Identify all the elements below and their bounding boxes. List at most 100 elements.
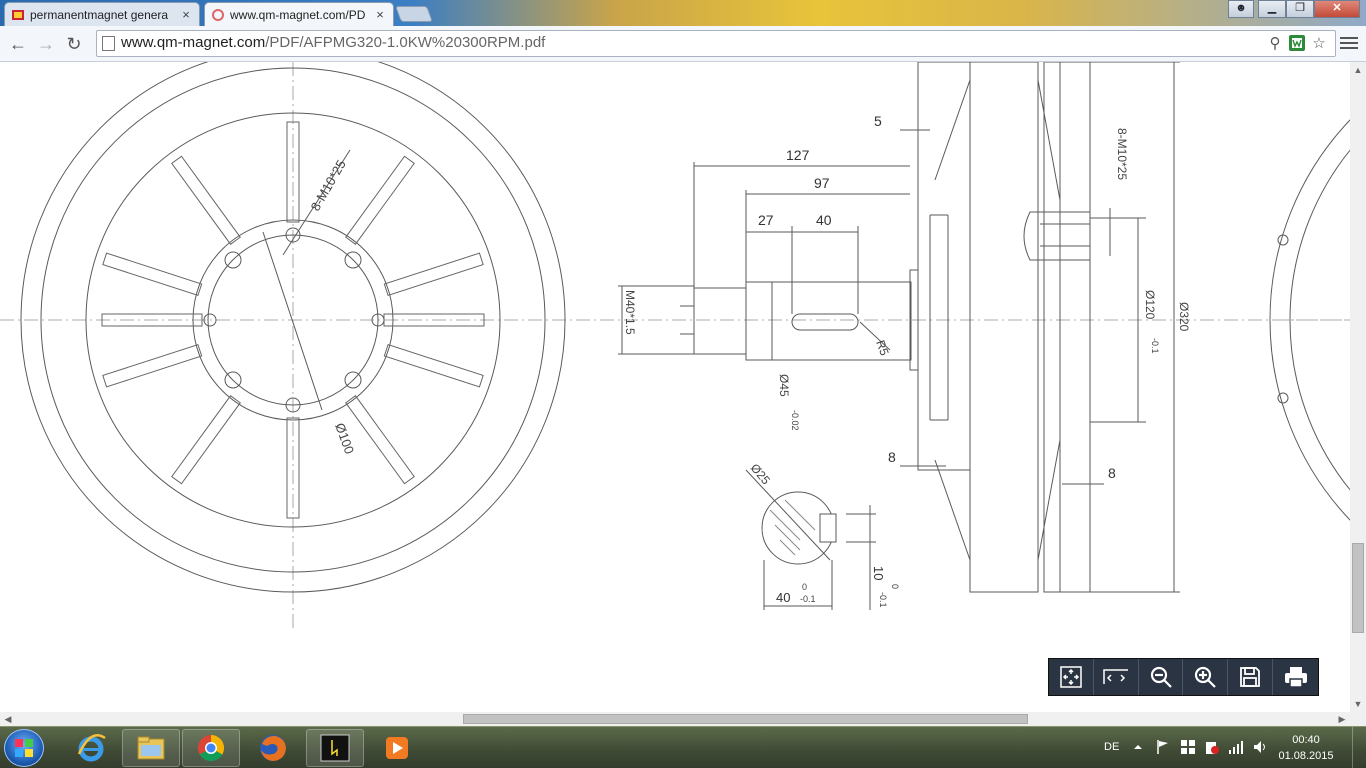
dim-10-tol-upper: 0 [890,584,900,589]
fit-width-button[interactable] [1094,659,1139,695]
back-button[interactable]: ← [6,32,30,56]
url-host: www.qm-magnet.com [121,34,266,51]
favicon-icon [12,9,24,20]
save-icon [1240,667,1261,687]
network-signal-icon[interactable] [1228,739,1244,755]
side-view: M40*1.5 127 97 27 40 5 R5 Ø45 -0.02 8-M1… [600,62,1350,593]
pdf-toolbar [1048,658,1319,696]
tab-permanentmagnet[interactable]: permanentmagnet genera × [4,2,200,26]
scroll-up-icon[interactable]: ▲ [1350,62,1366,78]
section-view: Ø25 40 0 -0.1 10 0 -0.1 [745,461,900,610]
minimize-button[interactable]: ▁ [1258,0,1286,18]
action-center-flag-icon[interactable] [1156,739,1170,755]
firefox-taskbar-button[interactable] [244,729,302,767]
zoom-in-icon [1195,666,1217,688]
dim-d120: Ø120 [1143,290,1157,320]
maximize-button[interactable]: ❐ [1286,0,1314,18]
scroll-left-icon[interactable]: ◀ [0,712,16,726]
show-desktop-button[interactable] [1352,727,1366,768]
chrome-taskbar-button[interactable] [182,729,240,767]
title-bar: permanentmagnet genera × www.qm-magnet.c… [0,0,1366,26]
scroll-right-icon[interactable]: ▶ [1334,712,1350,726]
close-tab-icon[interactable]: × [373,7,387,22]
explorer-taskbar-button[interactable] [122,729,180,767]
page-icon [102,36,115,51]
save-button[interactable] [1228,659,1274,695]
horizontal-scroll-thumb[interactable] [463,714,1028,724]
print-button[interactable] [1273,659,1318,695]
favicon-icon [212,8,224,21]
browser-toolbar: ← → ↻ www.qm-magnet.com/PDF/AFPMG320-1.0… [0,26,1366,62]
dim-d100: Ø100 [332,421,357,456]
new-tab-button[interactable] [395,6,433,22]
forward-button[interactable]: → [34,32,58,56]
dim-m10-right: 8-M10*25 [1115,128,1129,180]
windows-logo-icon [15,739,33,757]
vertical-scrollbar[interactable]: ▲ ▼ [1350,62,1366,712]
zoom-in-button[interactable] [1183,659,1229,695]
terminal-app-icon [320,734,350,762]
start-button[interactable] [4,729,44,767]
scroll-down-icon[interactable]: ▼ [1350,696,1366,712]
fit-width-icon [1102,669,1128,684]
dim-8-left: 8 [888,449,896,465]
dim-d320: Ø320 [1177,302,1191,332]
horizontal-scrollbar[interactable]: ◀ ▶ [0,712,1366,726]
dim-40: 40 [816,212,832,228]
dim-27: 27 [758,212,774,228]
clock[interactable]: 00:40 01.08.2015 [1276,732,1336,764]
file-explorer-icon [137,736,165,760]
pdf-viewer: 8-M10*25 Ø100 M40*1.5 127 97 27 40 5 R5 … [0,62,1350,712]
dim-40-section-tol-upper: 0 [802,582,807,592]
battery-warning-icon[interactable] [1204,739,1220,755]
dim-d45-tol: -0.02 [790,410,800,431]
close-tab-icon[interactable]: × [179,7,193,22]
tab-title: www.qm-magnet.com/PD [230,7,366,22]
dim-40-section-tol: -0.1 [800,594,816,604]
dim-5: 5 [874,113,882,129]
close-window-button[interactable]: ✕ [1314,0,1360,18]
chrome-icon [198,734,225,762]
dim-r5: R5 [873,338,892,358]
media-player-taskbar-button[interactable] [368,729,426,767]
ie-taskbar-button[interactable] [62,729,120,767]
volume-icon[interactable] [1252,739,1268,755]
dim-m10-left: 8-M10*25 [308,157,349,213]
dim-d25: Ø25 [748,461,774,488]
tab-pdf[interactable]: www.qm-magnet.com/PD × [204,2,394,26]
firefox-icon [260,735,286,761]
front-view: 8-M10*25 Ø100 [0,62,600,630]
dim-m40: M40*1.5 [623,290,637,335]
clock-date: 01.08.2015 [1278,750,1334,762]
taskbar: DE 00:40 01.08.2015 [0,726,1366,768]
reload-button[interactable]: ↻ [62,32,86,56]
dim-10: 10 [871,566,886,580]
tab-title: permanentmagnet genera [30,7,169,22]
zoom-icon[interactable]: ⚲ [1265,34,1285,54]
windows-tray-icon[interactable] [1180,739,1196,755]
extension-icon[interactable] [1287,34,1307,54]
zoom-out-button[interactable] [1139,659,1184,695]
language-indicator[interactable]: DE [1104,741,1119,753]
dim-d120-tol: -0.1 [1150,338,1160,354]
menu-icon[interactable] [1340,34,1358,52]
dim-8-right: 8 [1108,465,1116,481]
fit-page-button[interactable] [1049,659,1094,695]
url-text[interactable]: www.qm-magnet.com/PDF/AFPMG320-1.0KW%203… [121,34,545,51]
dim-97: 97 [814,175,830,191]
right-partial-view [1269,119,1350,521]
url-path: /PDF/AFPMG320-1.0KW%20300RPM.pdf [265,34,546,51]
bookmark-star-icon[interactable]: ☆ [1309,34,1329,54]
user-icon[interactable]: ☻ [1228,0,1254,18]
clock-time: 00:40 [1292,734,1320,746]
show-hidden-icons-icon[interactable] [1132,741,1144,753]
address-bar[interactable]: www.qm-magnet.com/PDF/AFPMG320-1.0KW%203… [96,30,1336,57]
vertical-scroll-thumb[interactable] [1352,543,1364,633]
technical-drawing: 8-M10*25 Ø100 M40*1.5 127 97 27 40 5 R5 … [0,62,1350,630]
terminal-taskbar-button[interactable] [306,729,364,767]
dim-10-tol: -0.1 [878,592,888,608]
print-icon [1284,667,1307,688]
media-player-icon [386,737,408,759]
dim-127: 127 [786,147,810,163]
zoom-out-icon [1150,666,1172,688]
